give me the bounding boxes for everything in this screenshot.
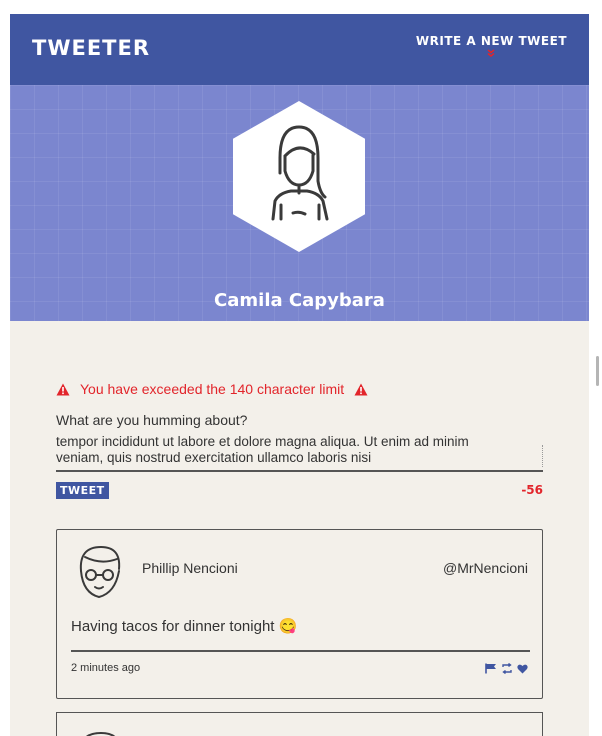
write-new-tweet-button[interactable]: WRITE A NEW TWEET xyxy=(416,34,567,61)
tweet-text-line: veniam, quis nostrud exercitation ullamc… xyxy=(56,450,372,465)
warning-triangle-icon xyxy=(354,383,368,395)
tweet-card: Phillip Nencioni @MrNencioni Having taco… xyxy=(56,529,543,699)
profile-name: Camila Capybara xyxy=(214,290,385,311)
flag-icon[interactable] xyxy=(485,661,497,679)
double-chevron-down-icon xyxy=(416,48,567,61)
warning-triangle-icon xyxy=(56,383,70,395)
write-new-tweet-label: WRITE A NEW TWEET xyxy=(415,34,567,48)
tweet-divider xyxy=(71,650,530,652)
error-message: You have exceeded the 140 character limi… xyxy=(56,379,386,399)
man-avatar-icon xyxy=(79,546,121,598)
tweet-submit-button[interactable]: TWEET xyxy=(56,482,109,499)
tweet-body: Having tacos for dinner tonight 😋 xyxy=(71,618,298,635)
page: TWEETER WRITE A NEW TWEET Camila Capybar… xyxy=(10,14,589,736)
brand-logo[interactable]: TWEETER xyxy=(32,36,150,60)
man-avatar-icon xyxy=(86,731,116,736)
tweet-actions xyxy=(485,661,528,679)
textarea-resize-handle[interactable] xyxy=(539,445,543,467)
top-nav: TWEETER WRITE A NEW TWEET xyxy=(10,14,589,85)
tweet-card xyxy=(56,712,543,736)
tweet-text-line: tempor incididunt ut labore et dolore ma… xyxy=(56,434,469,449)
character-counter: -56 xyxy=(521,483,543,497)
woman-avatar-icon xyxy=(233,101,365,252)
tweet-text-input[interactable]: tempor incididunt ut labore et dolore ma… xyxy=(56,434,543,472)
retweet-icon[interactable] xyxy=(501,661,513,679)
tweet-author-name: Phillip Nencioni xyxy=(142,560,238,576)
tweet-author-handle: @MrNencioni xyxy=(442,560,528,576)
profile-header: Camila Capybara xyxy=(10,85,589,321)
heart-icon[interactable] xyxy=(517,661,528,679)
error-text: You have exceeded the 140 character limi… xyxy=(80,381,345,397)
tweet-timestamp: 2 minutes ago xyxy=(71,662,141,674)
scrollbar[interactable] xyxy=(596,356,599,386)
composer-label: What are you humming about? xyxy=(56,412,248,428)
